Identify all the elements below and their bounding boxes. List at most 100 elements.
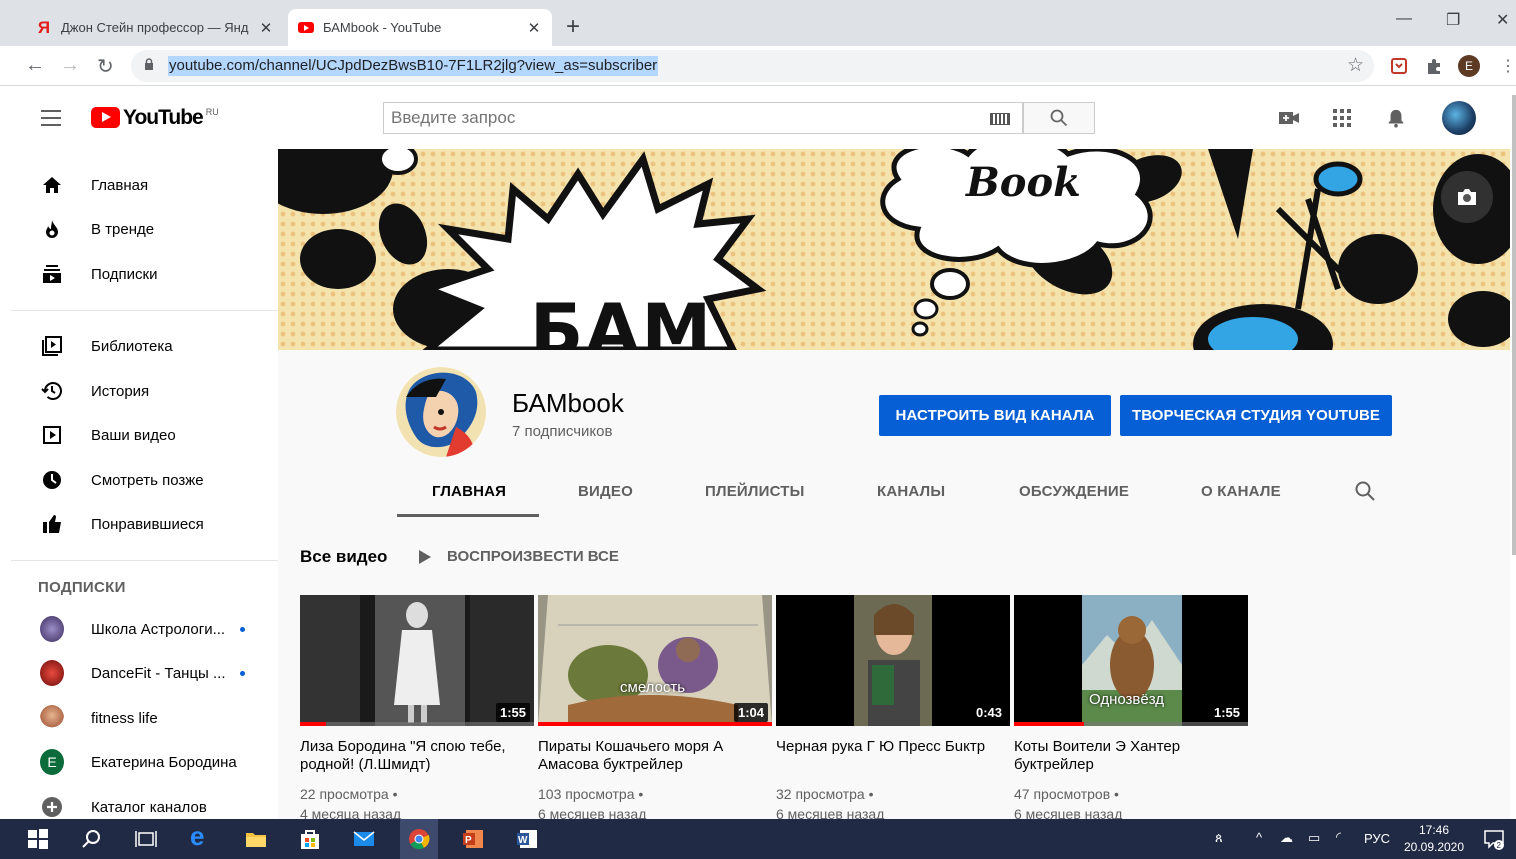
notifications-bell-icon[interactable] <box>1385 108 1407 128</box>
browser-tab-youtube[interactable]: БАМbook - YouTube ✕ <box>288 9 552 46</box>
search-icon[interactable] <box>81 828 103 850</box>
account-avatar[interactable] <box>1442 101 1476 135</box>
banner-word-book: Book <box>966 159 1081 206</box>
edit-banner-button[interactable] <box>1441 171 1493 223</box>
tray-app-icon[interactable]: ☁ <box>1280 830 1293 846</box>
subscription-item[interactable]: DanceFit - Танцы ... <box>11 653 278 693</box>
play-all-button[interactable]: ВОСПРОИЗВЕСТИ ВСЕ <box>419 548 619 565</box>
keyboard-icon[interactable] <box>990 113 1010 125</box>
minimize-icon[interactable]: — <box>1396 10 1412 28</box>
sidebar-item-library[interactable]: Библиотека <box>11 326 278 366</box>
battery-icon[interactable]: ▭ <box>1308 830 1320 846</box>
input-language[interactable]: РУС <box>1364 831 1390 846</box>
subscription-item[interactable]: E Екатерина Бородина <box>11 742 278 782</box>
video-thumbnail[interactable]: смелость 1:04 <box>538 595 772 726</box>
video-thumbnail[interactable]: 0:43 <box>776 595 1010 726</box>
video-title[interactable]: Черная рука Г Ю Пресс Бuктр <box>776 738 1010 774</box>
mail-icon[interactable] <box>353 828 375 850</box>
action-center-icon[interactable]: 2 <box>1483 828 1505 850</box>
thumbnail-caption: Однозвёзд <box>1089 691 1165 708</box>
search-button[interactable] <box>1023 102 1095 134</box>
sidebar-item-home[interactable]: Главная <box>11 165 278 205</box>
video-title[interactable]: Пираты Кошачьего моря А Амасова буктрейл… <box>538 738 772 774</box>
url-text[interactable]: youtube.com/channel/UCJpdDezBwsB10-7F1LR… <box>168 56 659 76</box>
pocket-extension-icon[interactable] <box>1390 57 1408 75</box>
close-tab-icon[interactable]: ✕ <box>258 19 274 37</box>
microsoft-store-icon[interactable] <box>299 828 321 850</box>
sidebar-item-history[interactable]: История <box>11 371 278 411</box>
video-card[interactable]: 1:55 Лиза Бородина "Я спою тебе, родной!… <box>300 595 534 819</box>
edge-browser-icon[interactable]: e <box>190 823 212 849</box>
bookmark-star-icon[interactable]: ☆ <box>1347 54 1364 77</box>
video-card[interactable]: Однозвёзд 1:55 Коты Воители Э Хантер бук… <box>1014 595 1248 819</box>
wifi-icon[interactable]: ◜ <box>1336 829 1341 845</box>
close-tab-icon[interactable]: ✕ <box>526 19 542 37</box>
forward-arrow-icon[interactable]: → <box>60 54 80 77</box>
customize-channel-button[interactable]: НАСТРОИТЬ ВИД КАНАЛА <box>879 395 1111 436</box>
powerpoint-icon[interactable]: P <box>462 828 484 850</box>
video-card[interactable]: смелость 1:04 Пираты Кошачьего моря А Ам… <box>538 595 772 819</box>
tab-playlists[interactable]: ПЛЕЙЛИСТЫ <box>705 483 805 500</box>
search-input[interactable] <box>384 103 944 133</box>
watch-later-icon <box>40 468 64 492</box>
browser-menu-icon[interactable]: ⋮ <box>1500 56 1516 76</box>
file-explorer-icon[interactable] <box>245 828 267 850</box>
view-count: 103 просмотра <box>538 786 635 802</box>
clock[interactable]: 17:46 20.09.2020 <box>1400 822 1468 856</box>
sidebar-item-label: Библиотека <box>91 337 173 355</box>
task-view-icon[interactable] <box>135 828 157 850</box>
page-scrollbar-thumb[interactable] <box>1512 95 1516 555</box>
shelf-title[interactable]: Все видео <box>300 547 387 567</box>
close-window-icon[interactable]: ✕ <box>1496 10 1509 30</box>
search-icon <box>1050 109 1068 127</box>
video-title[interactable]: Коты Воители Э Хантер буктрейлер <box>1014 738 1248 774</box>
people-icon[interactable]: ጰ <box>1215 830 1223 846</box>
new-tab-button[interactable]: + <box>566 13 580 41</box>
tab-videos[interactable]: ВИДЕО <box>578 483 633 500</box>
subscription-item[interactable]: Школа Астрологи... <box>11 609 278 649</box>
history-icon <box>40 379 64 403</box>
chrome-icon[interactable] <box>408 828 430 850</box>
youtube-studio-button[interactable]: ТВОРЧЕСКАЯ СТУДИЯ YOUTUBE <box>1120 395 1392 436</box>
tab-about[interactable]: О КАНАЛЕ <box>1201 483 1281 500</box>
sidebar-item-your-videos[interactable]: Ваши видео <box>11 415 278 455</box>
video-card[interactable]: 0:43 Черная рука Г Ю Пресс Бuктр 32 прос… <box>776 595 1010 819</box>
video-thumbnail[interactable]: 1:55 <box>300 595 534 726</box>
video-thumbnail[interactable]: Однозвёзд 1:55 <box>1014 595 1248 726</box>
browser-profile-avatar[interactable]: E <box>1458 55 1480 77</box>
sidebar-item-watch-later[interactable]: Смотреть позже <box>11 460 278 500</box>
address-bar[interactable]: youtube.com/channel/UCJpdDezBwsB10-7F1LR… <box>131 50 1374 82</box>
youtube-logo[interactable]: YouTube RU <box>91 107 219 128</box>
your-videos-icon <box>40 423 64 447</box>
sidebar-divider <box>11 310 278 311</box>
video-title[interactable]: Лиза Бородина "Я спою тебе, родной! (Л.Ш… <box>300 738 534 774</box>
subscription-item[interactable]: fitness life <box>11 698 278 738</box>
tray-overflow-chevron-icon[interactable]: ^ <box>1256 830 1262 845</box>
tab-discussion[interactable]: ОБСУЖДЕНИЕ <box>1019 483 1129 500</box>
back-arrow-icon[interactable]: ← <box>25 54 45 77</box>
subscription-item-browse-channels[interactable]: Каталог каналов <box>11 787 278 819</box>
tab-title: БАМbook - YouTube <box>323 20 442 35</box>
tab-channels[interactable]: КАНАЛЫ <box>877 483 945 500</box>
browser-tab-yandex[interactable]: Я Джон Стейн профессор — Янд ✕ <box>26 9 284 46</box>
video-metadata: 32 просмотра • 6 месяцев назад <box>776 784 1010 819</box>
word-icon[interactable]: W <box>516 828 538 850</box>
guide-menu-icon[interactable] <box>41 110 61 126</box>
create-video-icon[interactable] <box>1278 108 1300 128</box>
extensions-puzzle-icon[interactable] <box>1425 57 1443 75</box>
sidebar-item-liked[interactable]: Понравившиеся <box>11 504 278 544</box>
sidebar-item-label: Главная <box>91 176 149 194</box>
windows-start-icon[interactable] <box>27 828 49 850</box>
sidebar-item-subscriptions[interactable]: Подписки <box>11 254 278 294</box>
tab-home[interactable]: ГЛАВНАЯ <box>432 483 506 500</box>
clock-time: 17:46 <box>1418 823 1450 837</box>
apps-grid-icon[interactable] <box>1331 108 1353 128</box>
reload-icon[interactable]: ↻ <box>97 54 114 79</box>
channel-name: БАМbook <box>512 388 624 418</box>
add-circle-icon <box>40 795 64 819</box>
channel-search-icon[interactable] <box>1354 480 1376 502</box>
new-content-dot <box>240 670 245 676</box>
restore-icon[interactable]: ❐ <box>1446 10 1460 30</box>
channel-avatar[interactable] <box>396 367 486 457</box>
sidebar-item-trending[interactable]: В тренде <box>11 209 278 249</box>
